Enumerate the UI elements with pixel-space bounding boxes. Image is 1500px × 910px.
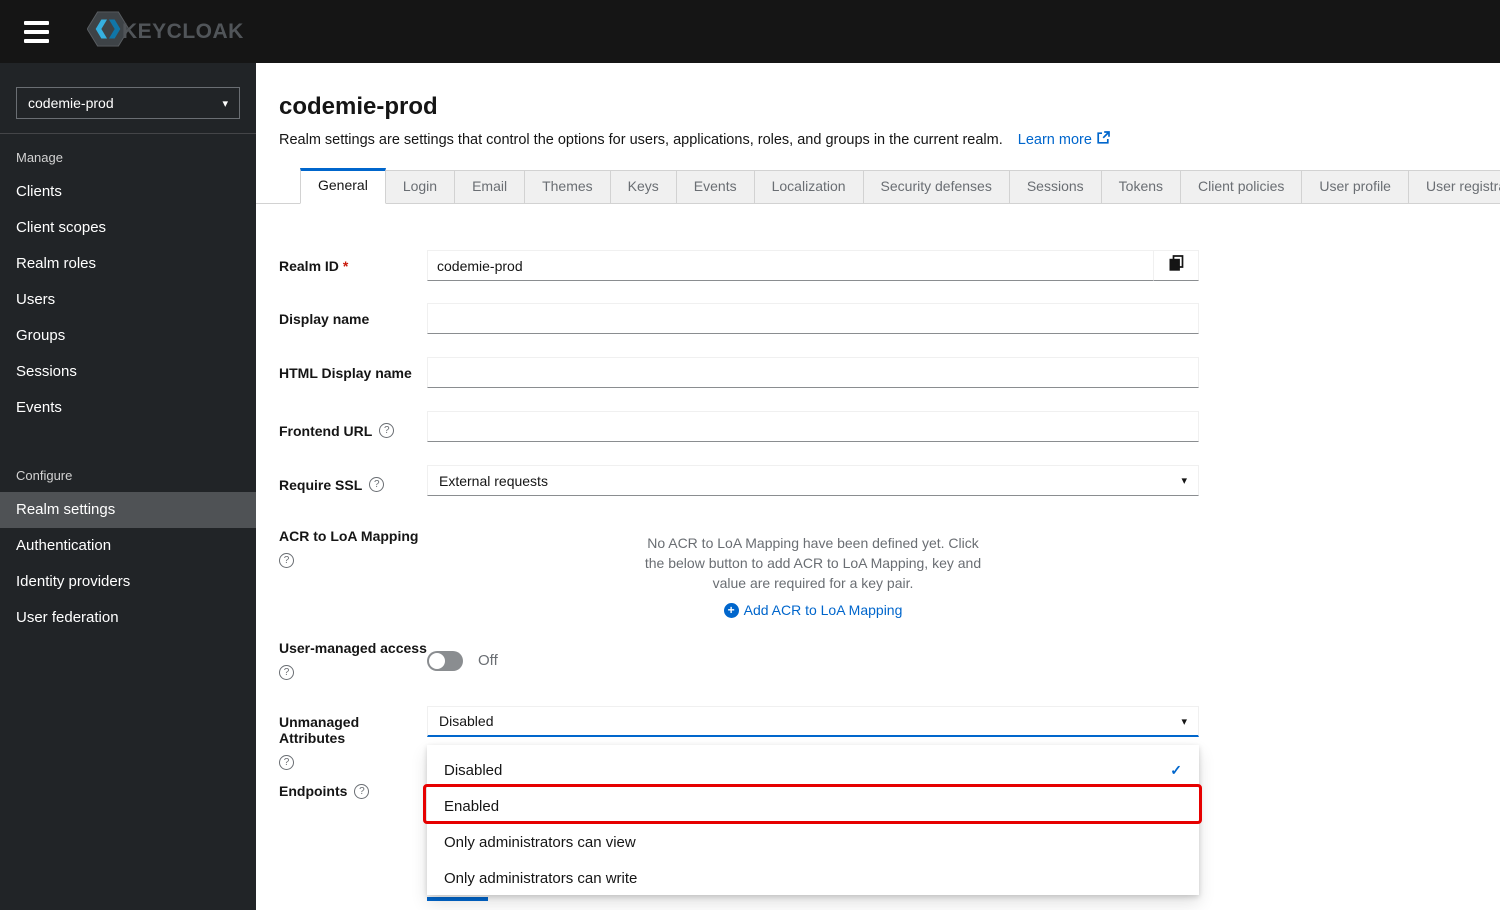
- sidebar-item-authentication[interactable]: Authentication: [0, 528, 256, 564]
- user-managed-access-row: User-managed access ? Off: [279, 640, 1199, 680]
- sidebar-item-client-scopes[interactable]: Client scopes: [0, 210, 256, 246]
- realm-selector[interactable]: codemie-prod ▾: [16, 87, 240, 119]
- frontend-url-input[interactable]: [427, 411, 1199, 442]
- option-only-admins-view[interactable]: Only administrators can view: [427, 824, 1199, 860]
- tab-security-defenses[interactable]: Security defenses: [863, 170, 1010, 203]
- acr-empty-state: No ACR to LoA Mapping have been defined …: [427, 528, 1199, 618]
- unmanaged-attributes-label: Unmanaged Attributes ?: [279, 714, 360, 770]
- unmanaged-attributes-dropdown-menu: Disabled ✓ Enabled Only administrators c…: [427, 745, 1199, 895]
- option-disabled[interactable]: Disabled ✓: [427, 752, 1199, 788]
- unmanaged-attributes-value: Disabled: [439, 713, 494, 729]
- nav-section-configure: Configure Realm settings Authentication …: [0, 452, 256, 636]
- tab-email[interactable]: Email: [455, 170, 526, 203]
- chevron-down-icon: ▾: [1181, 475, 1187, 487]
- require-ssl-select[interactable]: External requests ▾: [427, 465, 1199, 496]
- chevron-down-icon: ▾: [1181, 715, 1187, 728]
- logo-wordmark: KEYCLOAK: [122, 19, 244, 43]
- require-ssl-row: Require SSL ? External requests ▾: [279, 465, 1199, 496]
- copy-button[interactable]: [1154, 250, 1199, 281]
- help-icon[interactable]: ?: [379, 423, 395, 438]
- sidebar-item-clients[interactable]: Clients: [0, 174, 256, 210]
- nav-section-title: Configure: [16, 468, 73, 483]
- main-content: codemie-prod Realm settings are settings…: [256, 63, 1500, 910]
- require-ssl-label: Require SSL ?: [279, 465, 427, 496]
- sidebar-item-events[interactable]: Events: [0, 390, 256, 426]
- tab-login[interactable]: Login: [385, 170, 456, 203]
- sidebar-item-identity-providers[interactable]: Identity providers: [0, 564, 256, 600]
- sidebar-item-users[interactable]: Users: [0, 282, 256, 318]
- tab-user-profile[interactable]: User profile: [1302, 170, 1409, 203]
- tab-client-policies[interactable]: Client policies: [1181, 170, 1303, 203]
- learn-more-link[interactable]: Learn more: [1018, 131, 1110, 148]
- realm-id-row: Realm ID *: [279, 250, 1199, 281]
- display-name-input[interactable]: [427, 303, 1199, 334]
- plus-circle-icon: +: [723, 602, 739, 618]
- tab-user-registration[interactable]: User registration: [1408, 170, 1500, 203]
- help-icon[interactable]: ?: [279, 755, 294, 770]
- html-display-name-row: HTML Display name: [279, 357, 1199, 388]
- display-name-row: Display name: [279, 303, 1199, 334]
- keycloak-logo[interactable]: KEYCLOAK: [86, 11, 244, 52]
- toggle-state-label: Off: [478, 652, 498, 669]
- page-description-text: Realm settings are settings that control…: [279, 131, 1003, 148]
- require-ssl-value: External requests: [439, 472, 548, 489]
- endpoints-label: Endpoints ?: [279, 783, 427, 799]
- tab-localization[interactable]: Localization: [754, 170, 864, 203]
- sidebar: codemie-prod ▾ Manage Clients Client sco…: [0, 63, 256, 910]
- toggle-knob: [429, 652, 445, 669]
- tab-keys[interactable]: Keys: [610, 170, 677, 203]
- tab-events[interactable]: Events: [676, 170, 755, 203]
- user-managed-access-label: User-managed access ?: [279, 640, 427, 680]
- option-enabled[interactable]: Enabled: [427, 788, 1199, 824]
- help-icon[interactable]: ?: [354, 783, 370, 799]
- save-button-partially-hidden[interactable]: [427, 897, 488, 901]
- user-managed-access-toggle[interactable]: [427, 650, 463, 671]
- sidebar-item-realm-roles[interactable]: Realm roles: [0, 246, 256, 282]
- hamburger-menu-icon[interactable]: [24, 20, 49, 43]
- realm-id-input[interactable]: [427, 250, 1154, 281]
- tab-bar: General Login Email Themes Keys Events L…: [256, 168, 1500, 204]
- tab-general[interactable]: General: [300, 168, 386, 204]
- sidebar-item-groups[interactable]: Groups: [0, 318, 256, 354]
- nav-section-manage: Manage Clients Client scopes Realm roles…: [0, 134, 256, 426]
- display-name-label: Display name: [279, 311, 370, 327]
- sidebar-item-user-federation[interactable]: User federation: [0, 600, 256, 636]
- page-title: codemie-prod: [279, 93, 438, 120]
- unmanaged-attributes-select[interactable]: Disabled ▾: [427, 706, 1199, 737]
- realm-selector-value: codemie-prod: [28, 95, 114, 111]
- external-link-icon: [1097, 131, 1110, 148]
- required-indicator: *: [342, 258, 349, 274]
- realm-id-label: Realm ID *: [279, 258, 349, 274]
- nav-section-title: Manage: [16, 150, 63, 165]
- tab-sessions[interactable]: Sessions: [1009, 170, 1102, 203]
- check-icon: ✓: [1170, 761, 1182, 778]
- frontend-url-row: Frontend URL ?: [279, 411, 1199, 442]
- tab-tokens[interactable]: Tokens: [1101, 170, 1182, 203]
- help-icon[interactable]: ?: [279, 553, 294, 568]
- help-icon[interactable]: ?: [279, 665, 294, 680]
- chevron-down-icon: ▾: [222, 97, 228, 110]
- option-only-admins-write[interactable]: Only administrators can write: [427, 860, 1199, 896]
- frontend-url-label: Frontend URL ?: [279, 411, 427, 442]
- page-description: Realm settings are settings that control…: [279, 131, 1110, 148]
- add-acr-to-loa-mapping-button[interactable]: + Add ACR to LoA Mapping: [723, 602, 902, 618]
- help-icon[interactable]: ?: [369, 477, 385, 492]
- tab-themes[interactable]: Themes: [525, 170, 611, 203]
- copy-icon: [1169, 255, 1184, 276]
- acr-empty-text: No ACR to LoA Mapping have been defined …: [644, 535, 982, 591]
- acr-to-loa-mapping-row: ACR to LoA Mapping ? No ACR to LoA Mappi…: [279, 528, 1199, 618]
- sidebar-item-sessions[interactable]: Sessions: [0, 354, 256, 390]
- html-display-name-input[interactable]: [427, 357, 1199, 388]
- acr-to-loa-mapping-label: ACR to LoA Mapping ?: [279, 528, 419, 568]
- masthead: KEYCLOAK: [0, 0, 1500, 63]
- html-display-name-label: HTML Display name: [279, 365, 412, 381]
- sidebar-item-realm-settings[interactable]: Realm settings: [0, 492, 256, 528]
